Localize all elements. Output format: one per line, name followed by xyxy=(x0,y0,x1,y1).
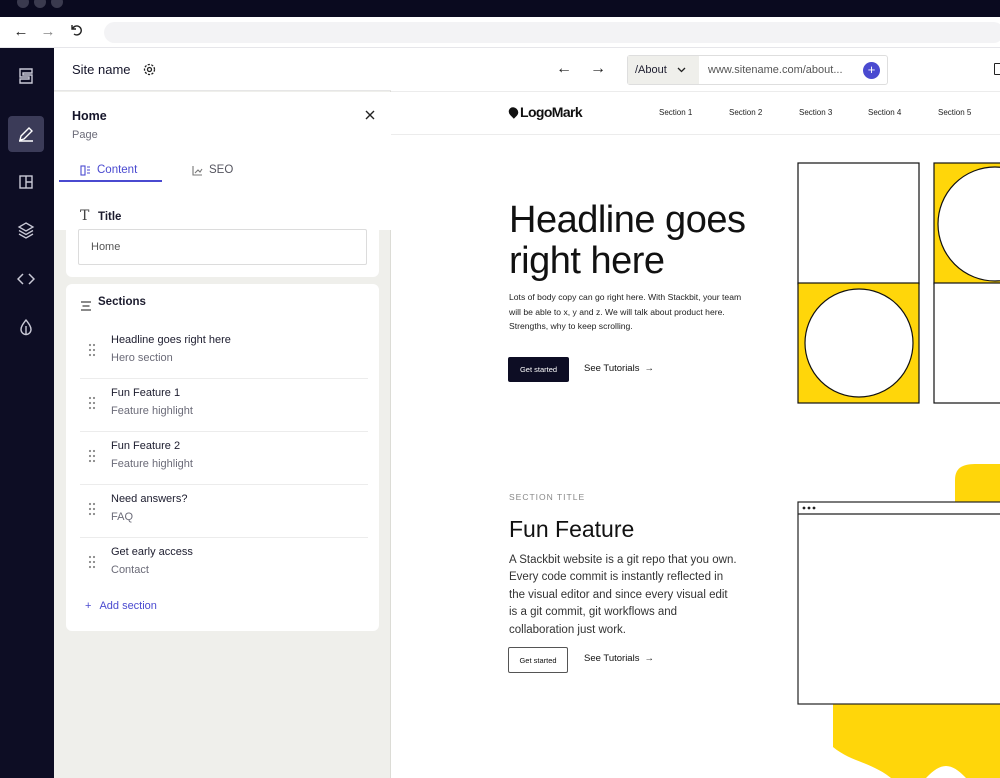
drag-handle-icon[interactable] xyxy=(88,449,96,468)
section-item-type: FAQ xyxy=(111,511,134,523)
browser-forward-icon[interactable]: → xyxy=(39,23,57,41)
section-item[interactable]: Fun Feature 2 Feature highlight xyxy=(80,432,368,485)
feature-body[interactable]: A Stackbit website is a git repo that yo… xyxy=(509,552,739,639)
hero-body[interactable]: Lots of body copy can go right here. Wit… xyxy=(509,290,749,334)
nav-link[interactable]: Section 5 xyxy=(938,108,971,117)
arrow-right-icon: → xyxy=(644,363,654,374)
section-item[interactable]: Headline goes right here Hero section xyxy=(80,326,368,379)
gear-icon[interactable] xyxy=(143,63,156,81)
chevron-down-icon xyxy=(677,67,686,73)
feature-title[interactable]: Fun Feature xyxy=(509,516,634,543)
feature-tutorials-label: See Tutorials xyxy=(584,653,640,664)
section-item-title: Need answers? xyxy=(111,493,188,505)
browser-back-icon[interactable]: ← xyxy=(12,23,30,41)
drag-handle-icon[interactable] xyxy=(88,555,96,574)
page-path-value: /About xyxy=(635,64,667,76)
title-field-card: T Title xyxy=(66,195,379,277)
tab-seo[interactable]: SEO xyxy=(192,158,233,182)
plus-icon: + xyxy=(85,600,92,612)
panel-header: Site name xyxy=(54,48,391,91)
section-item-type: Hero section xyxy=(111,352,173,364)
device-preview-icon[interactable] xyxy=(994,63,1000,75)
logo-text: LogoMark xyxy=(520,104,583,120)
add-page-plus-icon[interactable]: + xyxy=(863,62,880,79)
browser-address-bar[interactable] xyxy=(104,22,1000,43)
stackbit-logo-icon[interactable] xyxy=(8,58,44,94)
text-type-icon: T xyxy=(80,208,90,224)
browser-navbar: ← → xyxy=(0,17,1000,48)
site-nav: LogoMark Section 1 Section 2 Section 3 S… xyxy=(391,92,1000,135)
preview-url[interactable]: www.sitename.com/about... xyxy=(708,64,843,76)
logo-mark-icon xyxy=(506,105,521,119)
browser-reload-icon[interactable] xyxy=(67,23,85,41)
nav-link[interactable]: Section 1 xyxy=(659,108,692,117)
tab-seo-label: SEO xyxy=(209,164,234,176)
layout-icon[interactable] xyxy=(8,164,44,200)
nav-link[interactable]: Section 4 xyxy=(868,108,901,117)
preview-forward-icon[interactable]: → xyxy=(590,60,606,78)
feature-eyebrow[interactable]: SECTION TITLE xyxy=(509,492,585,502)
feature-tutorials-link[interactable]: See Tutorials → xyxy=(584,653,654,664)
drag-handle-icon[interactable] xyxy=(88,396,96,415)
sections-label: Sections xyxy=(98,296,146,308)
preview-url-group: /About www.sitename.com/about... + xyxy=(627,55,888,85)
section-item[interactable]: Fun Feature 1 Feature highlight xyxy=(80,379,368,432)
section-item-title: Fun Feature 2 xyxy=(111,440,181,452)
hero-illustration xyxy=(797,162,1000,404)
list-icon xyxy=(80,298,92,316)
code-icon[interactable] xyxy=(8,261,44,297)
tab-content-label: Content xyxy=(97,164,138,176)
arrow-right-icon: → xyxy=(644,653,654,664)
nav-link[interactable]: Section 3 xyxy=(799,108,832,117)
window-zoom-dot[interactable] xyxy=(51,0,63,8)
window-titlebar xyxy=(0,0,1000,17)
title-input[interactable] xyxy=(78,229,367,265)
feature-get-started-button[interactable]: Get started xyxy=(508,647,568,673)
active-tab-indicator xyxy=(59,180,162,182)
tab-content[interactable]: Content xyxy=(80,158,137,182)
hero-get-started-button[interactable]: Get started xyxy=(508,357,569,382)
drag-handle-icon[interactable] xyxy=(88,502,96,521)
preview-toolbar: ← → /About www.sitename.com/about... + xyxy=(391,48,1000,92)
chart-icon xyxy=(192,165,203,176)
section-item[interactable]: Get early access Contact xyxy=(80,538,368,591)
add-section-button[interactable]: + Add section xyxy=(85,600,157,612)
window-minimize-dot[interactable] xyxy=(34,0,46,8)
layers-icon[interactable] xyxy=(8,212,44,248)
section-item-type: Feature highlight xyxy=(111,405,193,417)
nav-link[interactable]: Section 2 xyxy=(729,108,762,117)
content-icon xyxy=(80,164,90,176)
hero-tutorials-link[interactable]: See Tutorials → xyxy=(584,363,654,374)
site-preview: LogoMark Section 1 Section 2 Section 3 S… xyxy=(391,92,1000,778)
drag-handle-icon[interactable] xyxy=(88,343,96,362)
editor-panel: Site name Home Page Content SEO T Title xyxy=(54,48,391,778)
section-item-title: Fun Feature 1 xyxy=(111,387,181,399)
theme-drop-icon[interactable] xyxy=(8,309,44,345)
hero-headline[interactable]: Headline goes right here xyxy=(509,200,779,282)
page-title: Home xyxy=(72,109,107,123)
app-root: ← → Site name Home Page Content SEO T Ti… xyxy=(0,0,1000,778)
page-type-label: Page xyxy=(72,129,98,141)
section-item-type: Feature highlight xyxy=(111,458,193,470)
section-item[interactable]: Need answers? FAQ xyxy=(80,485,368,538)
hero-tutorials-label: See Tutorials xyxy=(584,363,640,374)
site-name[interactable]: Site name xyxy=(72,62,131,77)
edit-pencil-icon[interactable] xyxy=(8,116,44,152)
section-item-title: Headline goes right here xyxy=(111,334,231,346)
close-icon[interactable] xyxy=(364,108,376,126)
add-section-label: Add section xyxy=(99,600,157,612)
window-close-dot[interactable] xyxy=(17,0,29,8)
section-item-type: Contact xyxy=(111,564,149,576)
icon-rail xyxy=(0,48,54,778)
preview-back-icon[interactable]: ← xyxy=(556,60,572,78)
sections-card: Sections Headline goes right here Hero s… xyxy=(66,284,379,631)
site-logo[interactable]: LogoMark xyxy=(506,104,583,120)
page-path-select[interactable]: /About xyxy=(628,56,699,84)
feature-illustration xyxy=(797,464,1000,778)
section-item-title: Get early access xyxy=(111,546,193,558)
title-field-label: Title xyxy=(98,211,122,223)
